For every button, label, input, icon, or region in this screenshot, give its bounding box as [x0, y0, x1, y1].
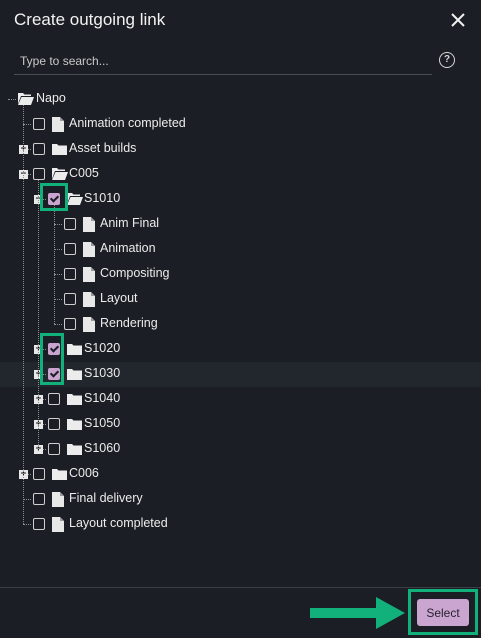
tree-row[interactable]: + S1020 — [0, 337, 481, 362]
tree-item-label: Napo — [36, 91, 66, 105]
tree-row[interactable]: − C005 — [0, 162, 481, 187]
file-icon — [52, 492, 66, 507]
tree-row[interactable]: + S1060 — [0, 437, 481, 462]
folder-icon — [67, 392, 82, 406]
tree-item-label: S1010 — [84, 191, 121, 205]
file-icon — [83, 242, 97, 257]
checkbox[interactable] — [33, 493, 45, 505]
footer-divider — [0, 587, 481, 588]
checkbox[interactable] — [48, 443, 60, 455]
checkbox[interactable] — [33, 143, 45, 155]
tree-row[interactable]: Anim Final — [0, 212, 481, 237]
folder-open-icon — [18, 92, 34, 106]
checkbox[interactable] — [64, 268, 76, 280]
tree-item-label: S1030 — [84, 366, 121, 380]
search-input[interactable] — [14, 50, 430, 72]
select-button[interactable]: Select — [417, 599, 469, 626]
checkbox[interactable] — [64, 293, 76, 305]
tree-row[interactable]: Final delivery — [0, 487, 481, 512]
folder-tree: Napo Animation completed + Asset builds − C00… — [0, 87, 481, 557]
search-bar — [14, 48, 432, 75]
tree-connector — [8, 99, 16, 100]
tree-row[interactable]: + S1050 — [0, 412, 481, 437]
tree-item-label: Compositing — [100, 266, 170, 280]
tree-item-label: Rendering — [100, 316, 158, 330]
tree-item-label: S1040 — [84, 391, 121, 405]
checkbox[interactable] — [33, 468, 45, 480]
tree-item-label: Animation — [100, 241, 156, 255]
checkbox[interactable] — [64, 218, 76, 230]
file-icon — [83, 267, 97, 282]
tree-row[interactable]: + S1040 — [0, 387, 481, 412]
dialog-title: Create outgoing link — [14, 10, 166, 29]
folder-icon — [67, 417, 82, 431]
checkbox-checked[interactable] — [48, 193, 60, 205]
checkbox[interactable] — [64, 318, 76, 330]
tree-item-label: S1060 — [84, 441, 121, 455]
tree-connector — [54, 274, 62, 275]
tree-connector — [23, 499, 31, 500]
folder-open-icon — [67, 192, 83, 206]
tree-guide-line — [54, 205, 55, 324]
checkbox[interactable] — [48, 393, 60, 405]
tree-item-label: Asset builds — [69, 141, 137, 155]
tree-guide-line — [38, 180, 39, 449]
folder-icon — [67, 342, 82, 356]
folder-icon — [67, 367, 82, 381]
tree-row[interactable]: Animation completed — [0, 112, 481, 137]
tree-guide-line — [23, 105, 24, 524]
tree-connector — [54, 324, 62, 325]
tree-item-label: Layout — [100, 291, 138, 305]
tree-item-label: Final delivery — [69, 491, 143, 505]
tree-connector — [54, 224, 62, 225]
create-outgoing-link-dialog: Create outgoing link ? NapoAnimation com… — [0, 0, 481, 638]
tree-row[interactable]: Animation — [0, 237, 481, 262]
tree-row[interactable]: Layout completed — [0, 512, 481, 537]
tree-connector — [54, 299, 62, 300]
tree-item-label: C006 — [69, 466, 99, 480]
folder-open-icon — [52, 167, 68, 181]
tree-row[interactable]: Napo — [0, 87, 481, 112]
checkbox[interactable] — [33, 518, 45, 530]
file-icon — [83, 217, 97, 232]
tree-item-label: C005 — [69, 166, 99, 180]
checkbox-checked[interactable] — [48, 368, 60, 380]
file-icon — [52, 117, 66, 132]
checkbox[interactable] — [33, 118, 45, 130]
tree-connector — [23, 124, 31, 125]
tree-row[interactable]: Rendering — [0, 312, 481, 337]
tree-item-label: Anim Final — [100, 216, 160, 230]
tree-item-label: S1020 — [84, 341, 121, 355]
tree-row[interactable]: + Asset builds — [0, 137, 481, 162]
checkbox[interactable] — [33, 168, 45, 180]
tree-connector — [54, 249, 62, 250]
help-icon[interactable]: ? — [439, 52, 455, 68]
close-icon[interactable] — [448, 10, 468, 30]
tree-row[interactable]: + C006 — [0, 462, 481, 487]
tree-row[interactable]: Layout — [0, 287, 481, 312]
file-icon — [83, 292, 97, 307]
tree-connector — [23, 524, 31, 525]
file-icon — [52, 517, 66, 532]
dialog-header: Create outgoing link — [0, 0, 481, 44]
tree-item-label: Animation completed — [69, 116, 186, 130]
folder-icon — [52, 142, 67, 156]
folder-icon — [52, 467, 67, 481]
tree-item-label: Layout completed — [69, 516, 168, 530]
checkbox-checked[interactable] — [48, 343, 60, 355]
arrow-annotation — [310, 597, 405, 629]
file-icon — [83, 317, 97, 332]
tree-item-label: S1050 — [84, 416, 121, 430]
checkbox[interactable] — [64, 243, 76, 255]
tree-row[interactable]: − S1010 — [0, 187, 481, 212]
checkbox[interactable] — [48, 418, 60, 430]
tree-row[interactable]: Compositing — [0, 262, 481, 287]
tree-row[interactable]: + S1030 — [0, 362, 481, 387]
folder-icon — [67, 442, 82, 456]
